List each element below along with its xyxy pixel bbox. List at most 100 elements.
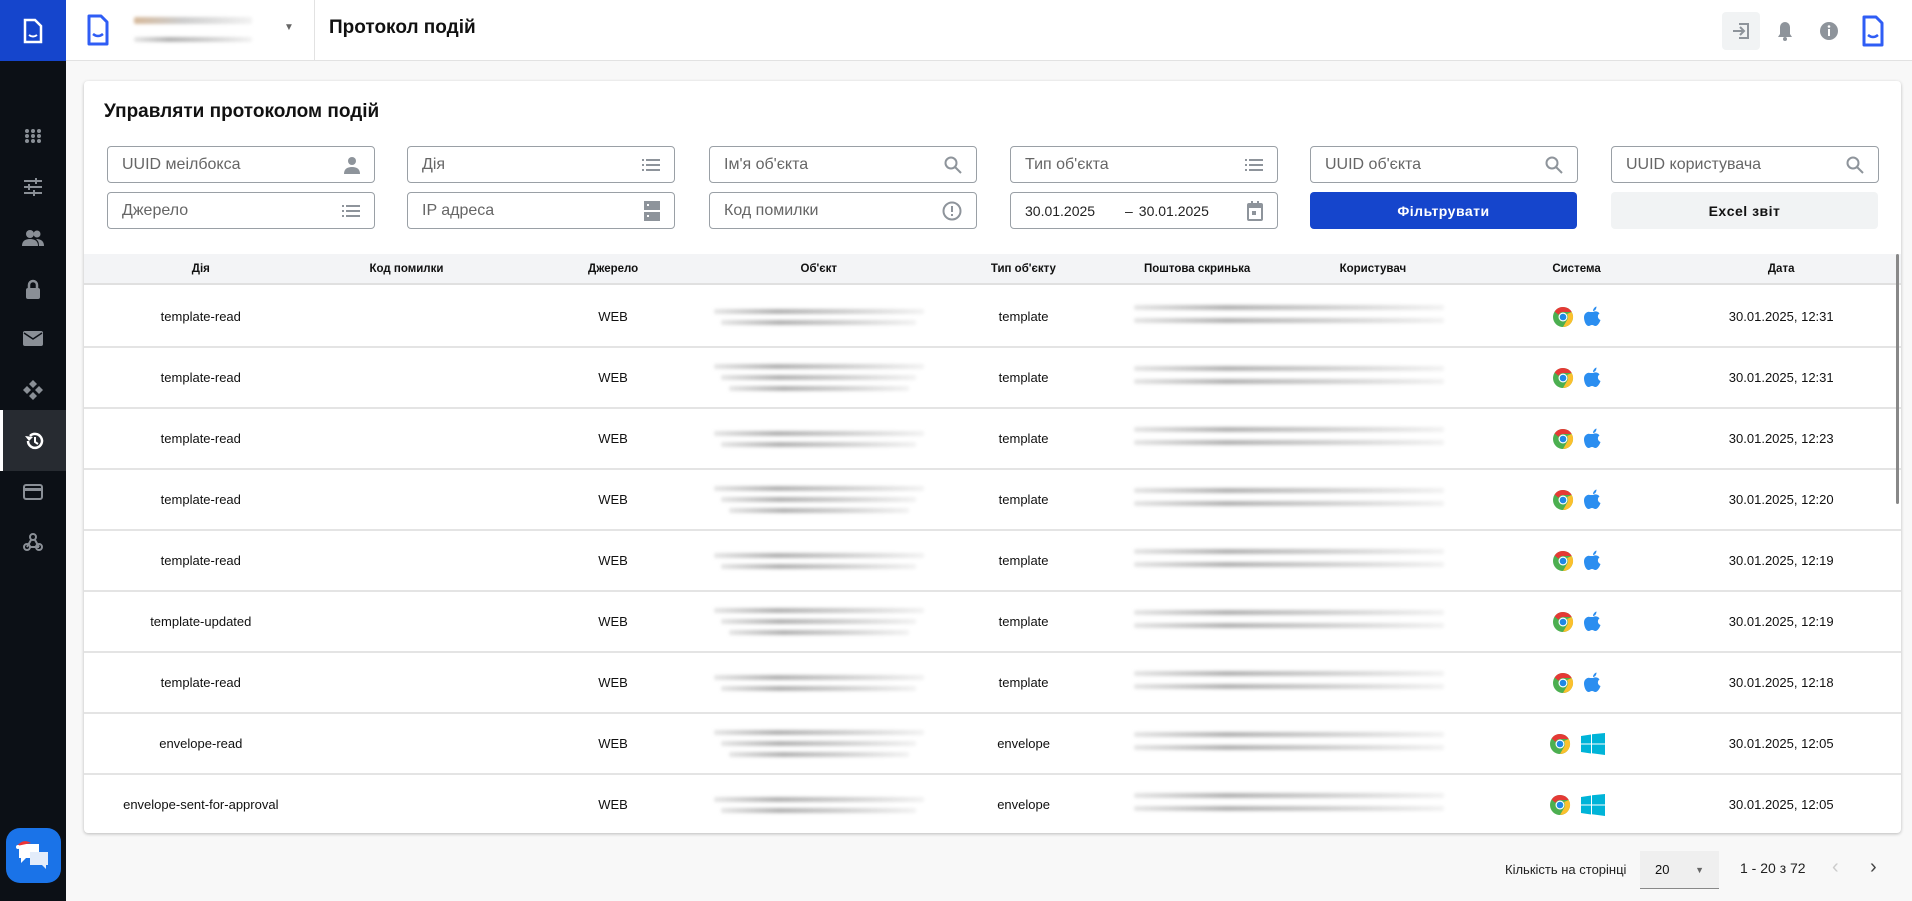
system-cell bbox=[1549, 732, 1605, 755]
server-icon bbox=[644, 200, 660, 221]
redacted-text bbox=[1134, 379, 1445, 384]
per-page-select[interactable]: 20 ▼ bbox=[1640, 851, 1719, 889]
mailbox-uuid-input[interactable]: UUID меілбокса bbox=[107, 146, 375, 183]
nav-event-log[interactable] bbox=[0, 410, 66, 471]
nav-webhooks[interactable] bbox=[0, 516, 66, 567]
placeholder: UUID користувача bbox=[1626, 155, 1762, 173]
source-select[interactable]: Джерело bbox=[107, 192, 375, 229]
source-cell: WEB bbox=[598, 736, 628, 751]
table-row[interactable]: template-read WEB template 30.01.2025, 12:3… bbox=[84, 348, 1901, 409]
redacted-text bbox=[713, 730, 924, 735]
object-type-cell: template bbox=[998, 614, 1049, 629]
source-cell: WEB bbox=[598, 492, 628, 507]
page-header-title: Протокол подій bbox=[329, 17, 476, 38]
date-to[interactable]: 30.01.2025 bbox=[1139, 203, 1247, 219]
table-row[interactable]: template-read WEB template 30.01.2025, 12:1… bbox=[84, 653, 1901, 714]
chrome-icon bbox=[1552, 489, 1573, 510]
table-scrollbar[interactable] bbox=[1896, 254, 1899, 504]
date-cell: 30.01.2025, 12:31 bbox=[1728, 309, 1834, 324]
table-cell: 30.01.2025, 12:18 bbox=[1661, 653, 1901, 712]
error-code-input[interactable]: Код помилки bbox=[709, 192, 977, 229]
placeholder: UUID об'єкта bbox=[1325, 155, 1422, 173]
nav-users[interactable] bbox=[0, 212, 66, 263]
placeholder: IP адреса bbox=[422, 201, 495, 219]
apple-icon bbox=[1583, 428, 1601, 448]
per-page-value: 20 bbox=[1655, 862, 1670, 877]
table-cell: envelope-sent-for-approval bbox=[84, 775, 318, 833]
redacted-text bbox=[721, 497, 917, 502]
table-cell bbox=[318, 714, 496, 773]
table-cell: 30.01.2025, 12:31 bbox=[1661, 348, 1901, 407]
source-cell: WEB bbox=[598, 370, 628, 385]
table-row[interactable]: template-read WEB template 30.01.2025, 12:3… bbox=[84, 287, 1901, 348]
ip-address-input[interactable]: IP адреса bbox=[407, 192, 675, 229]
nav-mail[interactable] bbox=[0, 313, 66, 364]
profile-button[interactable] bbox=[1854, 12, 1892, 50]
date-cell: 30.01.2025, 12:19 bbox=[1728, 553, 1834, 568]
table-cell bbox=[1134, 592, 1445, 651]
table-row[interactable]: template-read WEB template 30.01.2025, 12:1… bbox=[84, 531, 1901, 592]
app-logo[interactable] bbox=[0, 0, 66, 61]
date-from[interactable]: 30.01.2025 bbox=[1025, 203, 1125, 219]
table-row[interactable]: envelope-read WEB envelope 30.01.2025, 12:0… bbox=[84, 714, 1901, 775]
table-cell bbox=[1134, 653, 1445, 712]
date-range-input[interactable]: 30.01.2025–30.01.2025 bbox=[1010, 192, 1278, 229]
table-cell bbox=[713, 348, 924, 407]
document-logo-icon bbox=[87, 14, 109, 46]
info-icon bbox=[1820, 21, 1838, 40]
redacted-text bbox=[721, 563, 917, 569]
table-cell bbox=[713, 409, 924, 468]
nav-security[interactable] bbox=[0, 263, 66, 314]
date-cell: 30.01.2025, 12:20 bbox=[1728, 492, 1834, 507]
redacted-text bbox=[721, 441, 917, 447]
filter-button[interactable]: Фільтрувати bbox=[1310, 192, 1577, 229]
user-uuid-input[interactable]: UUID користувача bbox=[1611, 146, 1879, 183]
excel-report-button[interactable]: Excel звіт bbox=[1611, 192, 1878, 229]
nav-billing[interactable] bbox=[0, 466, 66, 517]
nav-integrations[interactable] bbox=[0, 364, 66, 415]
table-row[interactable]: template-updated WEB template 30.01.2025, 1… bbox=[84, 592, 1901, 653]
page-range: 1 - 20 з 72 bbox=[1740, 860, 1806, 876]
table-cell bbox=[318, 531, 496, 590]
info-button[interactable] bbox=[1810, 12, 1848, 50]
chat-support-button[interactable] bbox=[6, 828, 61, 883]
history-icon bbox=[24, 432, 43, 449]
action-cell: template-read bbox=[160, 309, 241, 324]
organization-selector[interactable]: ▼ bbox=[66, 0, 315, 61]
notifications-button[interactable] bbox=[1766, 12, 1804, 50]
table-row[interactable]: template-read WEB template 30.01.2025, 12:2… bbox=[84, 409, 1901, 470]
table-cell bbox=[1492, 653, 1662, 712]
table-cell bbox=[1492, 409, 1662, 468]
login-button[interactable] bbox=[1722, 11, 1760, 50]
source-cell: WEB bbox=[598, 797, 628, 812]
object-type-select[interactable]: Тип об'єкта bbox=[1010, 146, 1278, 183]
redacted-text bbox=[1134, 671, 1445, 676]
table-cell bbox=[1492, 714, 1662, 773]
action-select[interactable]: Дія bbox=[407, 146, 675, 183]
redacted-text bbox=[728, 386, 909, 391]
table-cell bbox=[1492, 775, 1662, 833]
redacted-text bbox=[721, 807, 917, 813]
chrome-icon bbox=[1552, 672, 1573, 693]
redacted-text bbox=[1134, 366, 1445, 371]
object-uuid-input[interactable]: UUID об'єкта bbox=[1310, 146, 1578, 183]
next-page-button[interactable]: › bbox=[1870, 856, 1877, 879]
nav-apps[interactable] bbox=[0, 110, 66, 161]
action-cell: template-updated bbox=[150, 614, 252, 629]
table-row[interactable]: envelope-sent-for-approval WEB envelope 30.… bbox=[84, 775, 1901, 833]
credit-card-icon bbox=[23, 483, 43, 500]
object-name-input[interactable]: Ім'я об'єкта bbox=[709, 146, 977, 183]
redacted-text bbox=[728, 630, 909, 635]
source-cell: WEB bbox=[598, 553, 628, 568]
object-type-cell: template bbox=[998, 492, 1049, 507]
action-cell: template-read bbox=[160, 492, 241, 507]
document-logo-icon bbox=[23, 18, 43, 43]
sliders-icon bbox=[24, 177, 42, 196]
prev-page-button[interactable]: ‹ bbox=[1832, 856, 1839, 879]
date-cell: 30.01.2025, 12:31 bbox=[1728, 370, 1834, 385]
table-cell bbox=[1134, 409, 1445, 468]
nav-settings[interactable] bbox=[0, 161, 66, 212]
mail-icon bbox=[23, 331, 43, 346]
table-row[interactable]: template-read WEB template 30.01.2025, 12:2… bbox=[84, 470, 1901, 531]
table-cell bbox=[713, 287, 924, 346]
